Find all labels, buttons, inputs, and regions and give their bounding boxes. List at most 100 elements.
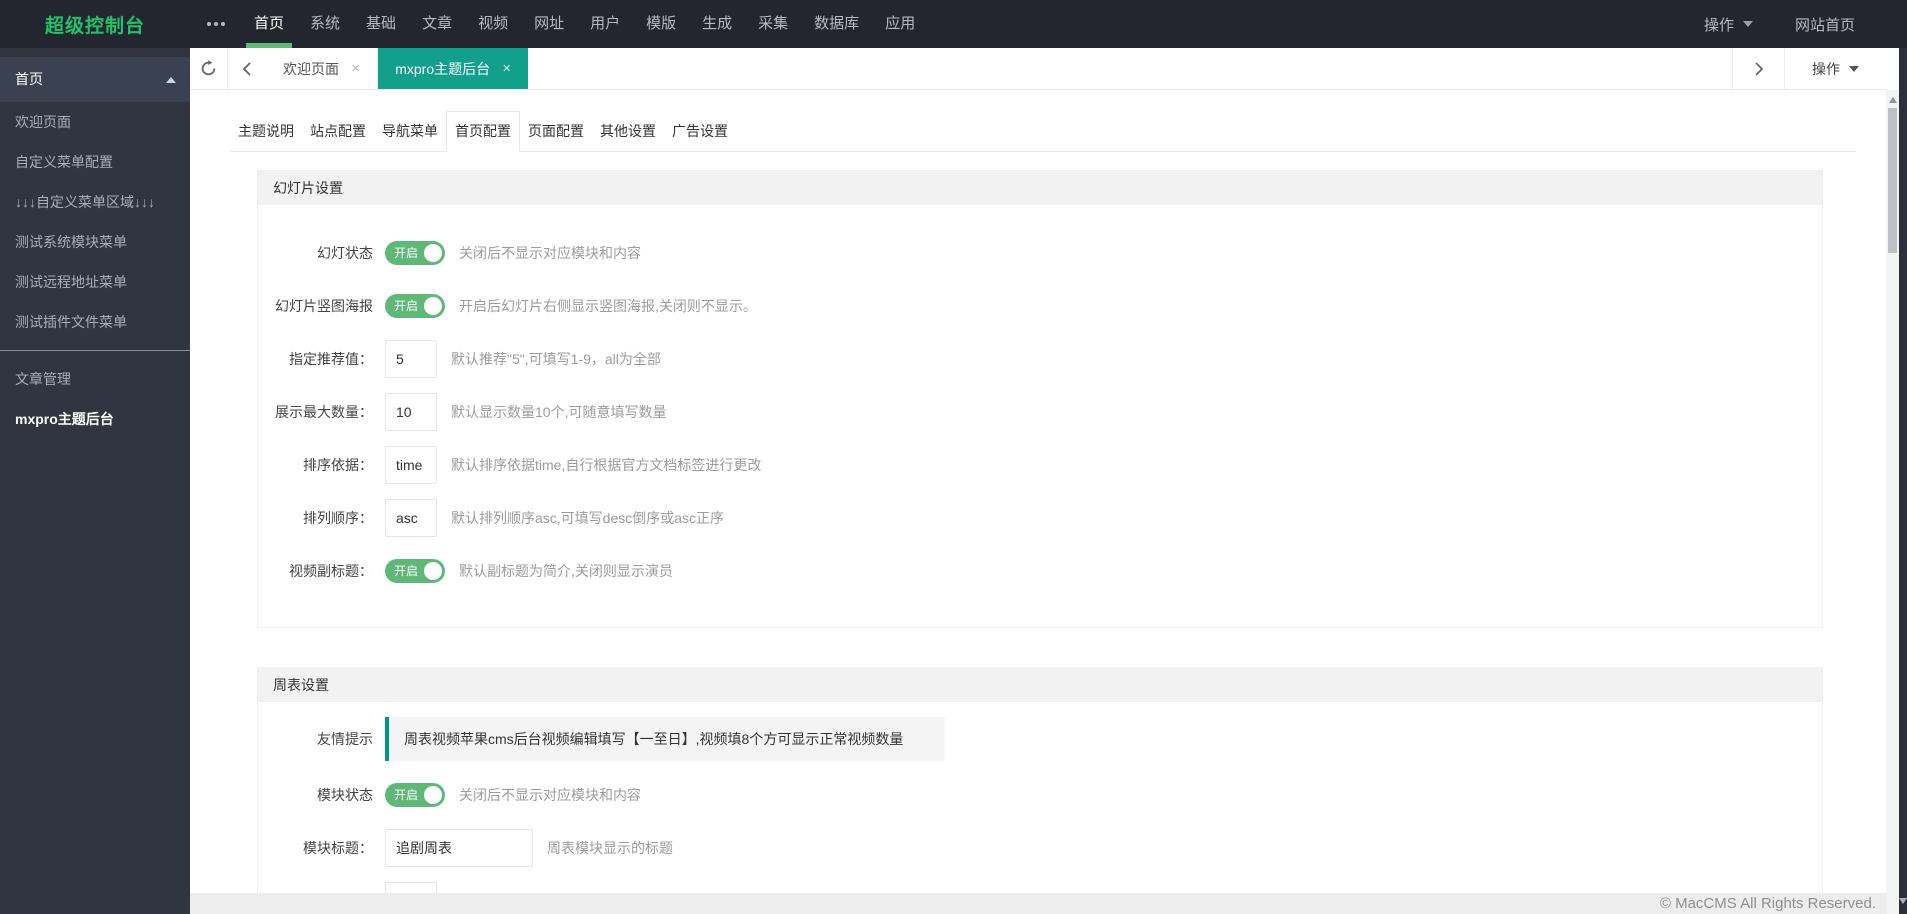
text-input[interactable] [385, 882, 437, 893]
main-panel: 欢迎页面 ✕ mxpro主题后台 ✕ 操作 主题说明 站点配置 导航菜单 首页配置 页面配置其… [190, 48, 1886, 914]
topbar-operate-dropdown[interactable]: 操作 [1704, 14, 1753, 35]
field-hint: 开启后幻灯片右侧显示竖图海报,关闭则不显示。 [459, 298, 757, 314]
open-tab[interactable]: 欢迎页面 ✕ [266, 48, 379, 89]
sidebar-item[interactable]: 测试远程地址菜单 [0, 262, 190, 302]
topbar-nav-item[interactable]: 基础 [353, 0, 409, 48]
field-hint: 默认显示数量10个,可随意填写数量 [451, 404, 667, 420]
field-hint: 关闭后不显示对应模块和内容 [459, 787, 642, 803]
settings-tab[interactable]: 导航菜单 [374, 111, 446, 151]
form-control [385, 340, 437, 378]
sidebar-item[interactable]: mxpro主题后台 [0, 399, 190, 439]
sidebar-header-label: 首页 [15, 71, 43, 87]
scrollbar-thumb[interactable] [1888, 108, 1897, 253]
sidebar: 首页 欢迎页面 自定义菜单配置 ↓↓↓自定义菜单区域↓↓↓ 测试系统模块菜单 测试远程地… [0, 48, 190, 914]
form-label: 视频副标题： [289, 563, 373, 579]
text-input[interactable] [385, 829, 533, 867]
toggle-knob-icon [424, 786, 443, 804]
topbar-nav-item[interactable]: 模版 [633, 0, 689, 48]
tab-operate-dropdown[interactable]: 操作 [1784, 48, 1886, 89]
sidebar-item[interactable]: 自定义菜单配置 [0, 142, 190, 182]
topbar-nav-item[interactable]: 采集 [745, 0, 801, 48]
text-input[interactable] [385, 446, 437, 484]
sidebar-item[interactable]: 文章管理 [0, 359, 190, 399]
form-label: 幻灯状态 [317, 245, 373, 261]
settings-tab[interactable]: 页面配置 [520, 111, 592, 151]
form-row: 展示最大数量： 默认显示数量10个,可随意填写数量 [258, 393, 1807, 431]
sidebar-item[interactable]: 欢迎页面 [0, 102, 190, 142]
tabstrip: 欢迎页面 ✕ mxpro主题后台 ✕ 操作 [190, 48, 1886, 90]
sidebar-item[interactable]: 测试插件文件菜单 [0, 302, 190, 342]
form-control [385, 393, 437, 431]
form-row: 幻灯片竖图海报 开启 开启后幻灯片右侧显示竖图海报,关闭则不显示。 [258, 287, 1807, 325]
close-icon[interactable]: ✕ [502, 62, 511, 75]
scroll-tabs-right-button[interactable] [1732, 48, 1784, 89]
field-hint: 周表模块显示的标题 [547, 840, 673, 856]
settings-tab[interactable]: 主题说明 [230, 111, 302, 151]
settings-tab[interactable]: 广告设置 [664, 111, 736, 151]
field-hint: 默认排序依据time,自行根据官方文档标签进行更改 [451, 457, 762, 473]
site-home-link[interactable]: 网站首页 [1795, 14, 1855, 35]
form-row: 幻灯状态 开启 关闭后不显示对应模块和内容 [258, 234, 1807, 272]
tab-operate-label: 操作 [1812, 60, 1840, 77]
topbar-nav-item[interactable]: 应用 [872, 0, 928, 48]
toggle-switch[interactable]: 开启 [385, 783, 446, 807]
more-menu-button[interactable] [207, 22, 226, 26]
chevron-left-icon [242, 61, 251, 76]
open-tab-label: 欢迎页面 [283, 60, 339, 77]
toggle-switch[interactable]: 开启 [385, 559, 446, 583]
form-row: 友情提示 周表视频苹果cms后台视频编辑填写【一至日】,视频填8个方可显示正常视频… [258, 717, 1807, 761]
settings-tab[interactable]: 首页配置 [446, 111, 520, 152]
form-label: 模块标题： [303, 840, 373, 856]
scroll-down-icon [1899, 898, 1907, 904]
settings-tab[interactable]: 其他设置 [592, 111, 664, 151]
content-scrollbar[interactable] [1886, 48, 1899, 914]
toggle-knob-icon [424, 297, 443, 315]
topbar-nav-item[interactable]: 网址 [521, 0, 577, 48]
sidebar-item[interactable]: 测试系统模块菜单 [0, 222, 190, 262]
chevron-up-icon [166, 77, 176, 83]
toggle-state-label: 开启 [394, 788, 419, 802]
topbar-nav-item[interactable]: 首页 [241, 0, 297, 48]
topbar-nav-item[interactable]: 系统 [297, 0, 353, 48]
sidebar-divider [0, 350, 190, 351]
tip-quote: 周表视频苹果cms后台视频编辑填写【一至日】,视频填8个方可显示正常视频数量 [385, 717, 945, 761]
window-edge-scrollbar[interactable] [1899, 48, 1907, 914]
open-tab-label: mxpro主题后台 [395, 60, 491, 77]
form-row [258, 882, 1807, 893]
text-input[interactable] [385, 499, 437, 537]
toggle-state-label: 开启 [394, 564, 419, 578]
sidebar-item[interactable]: ↓↓↓自定义菜单区域↓↓↓ [0, 182, 190, 222]
open-tab[interactable]: mxpro主题后台 ✕ [378, 48, 529, 89]
refresh-icon [201, 60, 216, 76]
scroll-tabs-left-button[interactable] [228, 48, 266, 89]
page-content: 主题说明 站点配置 导航菜单 首页配置 页面配置 其他设置 广告设置 幻灯片设置 幻灯状态 开启… [190, 90, 1886, 893]
text-input[interactable] [385, 393, 437, 431]
ellipsis-icon [221, 22, 226, 26]
form-control: 周表视频苹果cms后台视频编辑填写【一至日】,视频填8个方可显示正常视频数量 [385, 717, 945, 761]
text-input[interactable] [385, 340, 437, 378]
section-title: 幻灯片设置 [258, 171, 1822, 205]
caret-down-icon [1849, 65, 1859, 72]
form-control [385, 446, 437, 484]
section-title: 周表设置 [258, 668, 1822, 702]
field-hint: 默认排列顺序asc,可填写desc倒序或asc正序 [451, 510, 725, 526]
caret-down-icon [1742, 21, 1753, 27]
topbar-nav-item[interactable]: 用户 [577, 0, 633, 48]
close-icon[interactable]: ✕ [351, 62, 360, 75]
form-control: 开启 [385, 241, 446, 265]
field-hint: 默认推荐"5",可填写1-9，all为全部 [451, 351, 661, 367]
toggle-state-label: 开启 [394, 299, 419, 313]
refresh-tab-button[interactable] [190, 48, 228, 89]
topbar-nav-item[interactable]: 数据库 [801, 0, 872, 48]
sidebar-header-home[interactable]: 首页 [0, 57, 190, 102]
form-row: 指定推荐值： 默认推荐"5",可填写1-9，all为全部 [258, 340, 1807, 378]
field-hint: 关闭后不显示对应模块和内容 [459, 245, 642, 261]
topbar-nav-item[interactable]: 文章 [409, 0, 465, 48]
toggle-switch[interactable]: 开启 [385, 241, 446, 265]
settings-tab[interactable]: 站点配置 [302, 111, 374, 151]
topbar-nav-item[interactable]: 视频 [465, 0, 521, 48]
toggle-switch[interactable]: 开启 [385, 294, 446, 318]
scrollbar-track[interactable] [1886, 90, 1899, 914]
topbar-nav-item[interactable]: 生成 [689, 0, 745, 48]
form-label: 排列顺序： [303, 510, 373, 526]
